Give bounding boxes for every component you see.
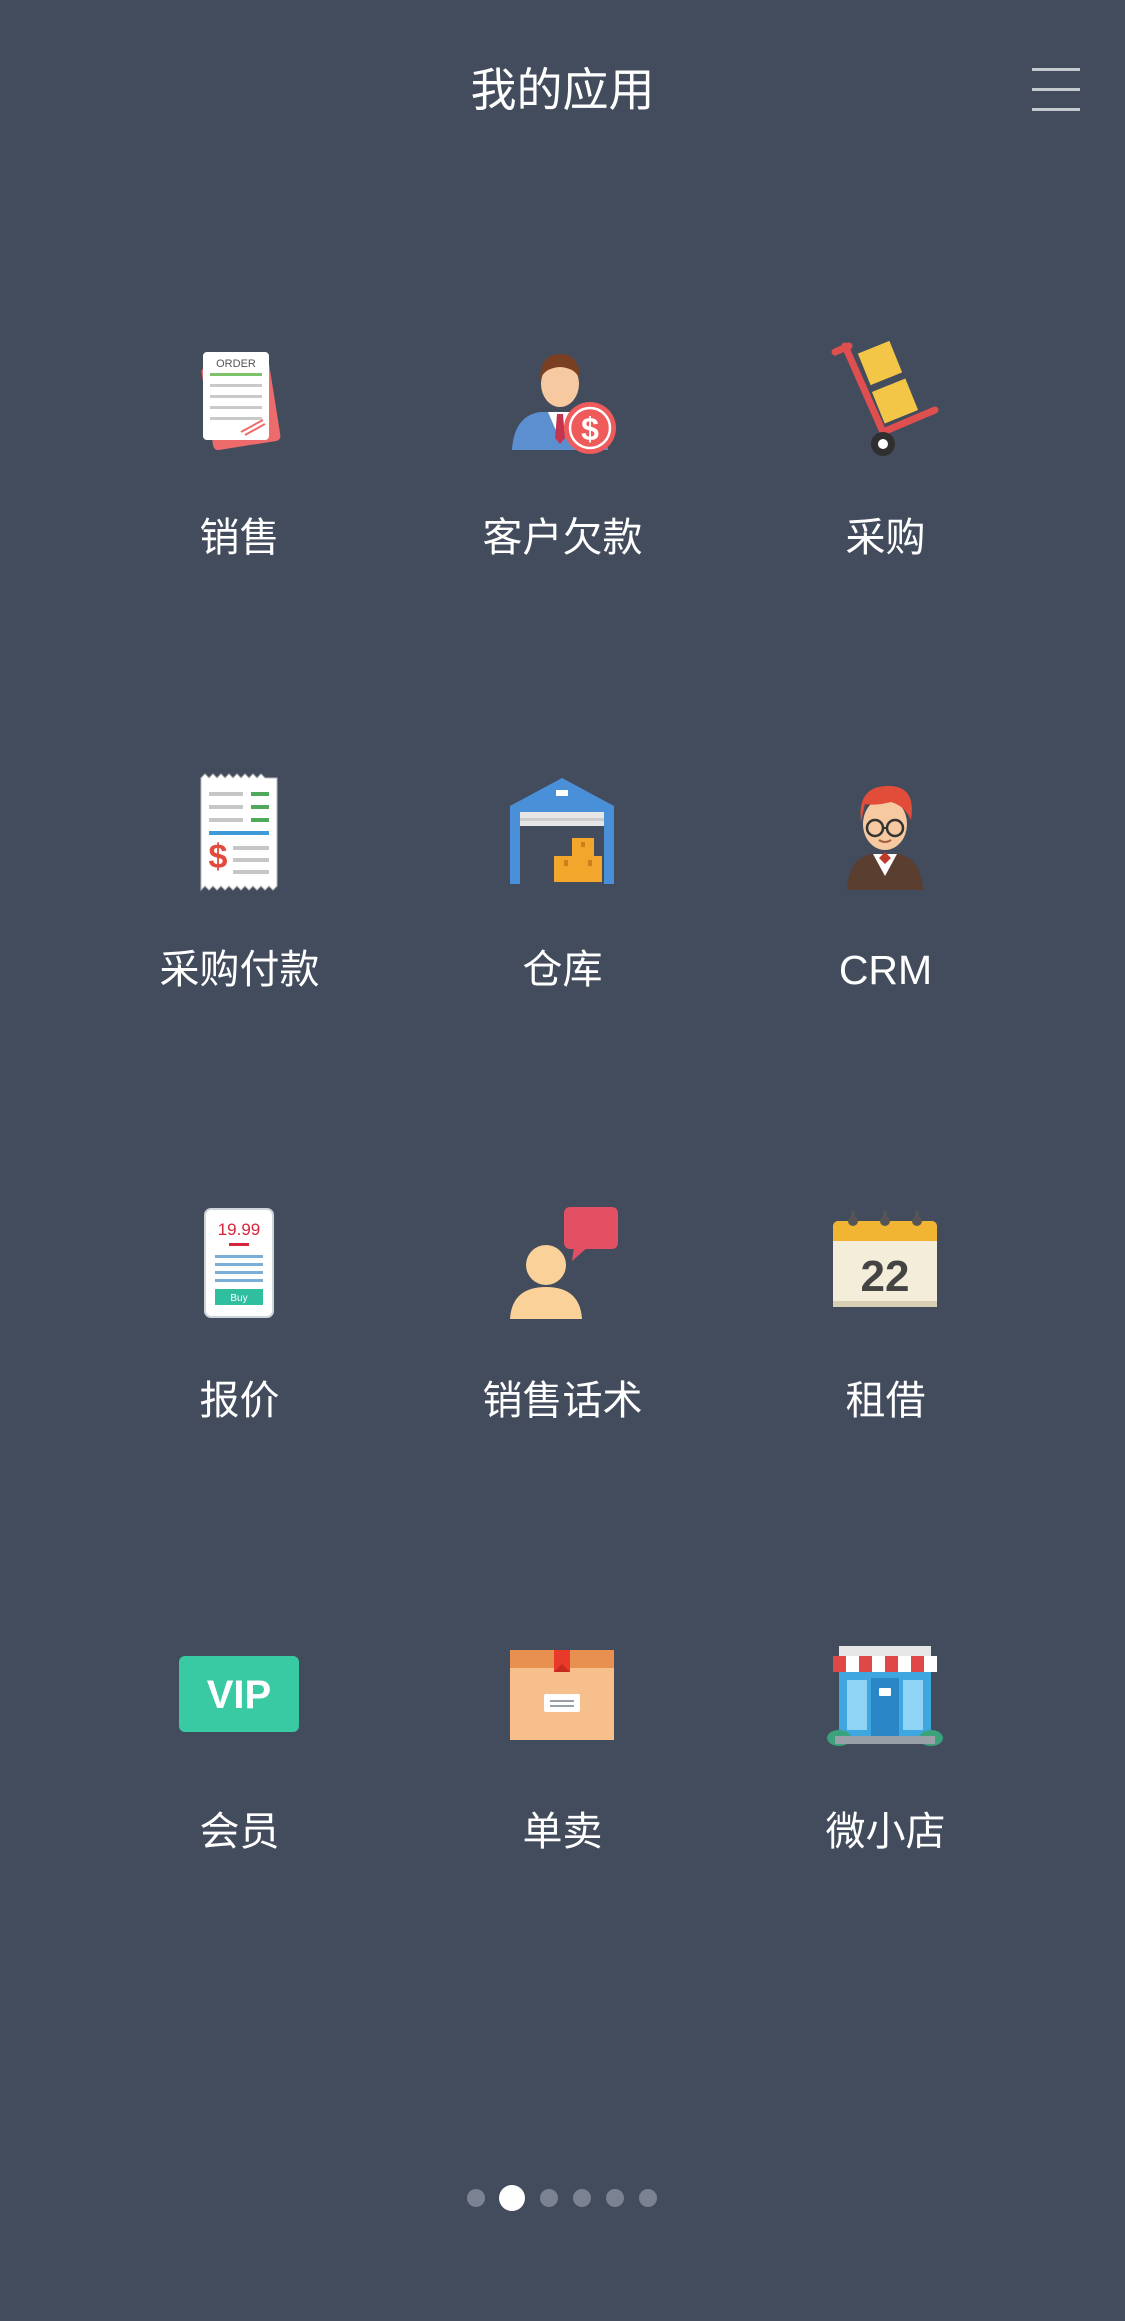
app-tile-sales-script[interactable]: 销售话术 bbox=[401, 1203, 724, 1463]
businessman-dollar-icon: $ bbox=[502, 340, 622, 460]
package-box-icon bbox=[502, 1634, 622, 1754]
app-tile-rental[interactable]: 22 租借 bbox=[724, 1203, 1047, 1463]
app-tile-quote[interactable]: 19.99 Buy 报价 bbox=[78, 1203, 401, 1463]
vip-text: VIP bbox=[207, 1673, 271, 1717]
app-label: 客户欠款 bbox=[482, 515, 643, 561]
calendar-day-text: 22 bbox=[861, 1252, 910, 1301]
app-label: 采购付款 bbox=[159, 947, 320, 993]
app-grid: ORDER 销售 $ 客户欠款 采购 $ 采购付款 仓库 CRM 19.99 B… bbox=[0, 0, 1125, 2000]
svg-text:ORDER: ORDER bbox=[216, 358, 256, 370]
app-label: 仓库 bbox=[522, 947, 603, 993]
app-tile-crm[interactable]: CRM bbox=[724, 772, 1047, 1032]
app-label: 报价 bbox=[199, 1378, 280, 1424]
buy-text: Buy bbox=[230, 1293, 247, 1304]
page-dot-2[interactable] bbox=[499, 2185, 525, 2211]
page-indicator bbox=[0, 2184, 1125, 2212]
app-tile-purchase[interactable]: 采购 bbox=[724, 340, 1047, 600]
app-label: 销售 bbox=[199, 515, 280, 561]
app-tile-member[interactable]: VIP 会员 bbox=[78, 1634, 401, 1894]
page-dot-3[interactable] bbox=[540, 2189, 558, 2207]
app-tile-single-sale[interactable]: 单卖 bbox=[401, 1634, 724, 1894]
hand-truck-boxes-icon bbox=[825, 340, 945, 460]
app-label: 采购 bbox=[845, 515, 926, 561]
svg-text:$: $ bbox=[581, 411, 599, 447]
storefront-icon bbox=[825, 1634, 945, 1754]
payment-receipt-icon: $ bbox=[179, 772, 299, 892]
app-tile-sales[interactable]: ORDER 销售 bbox=[78, 340, 401, 600]
order-document-icon: ORDER bbox=[179, 340, 299, 460]
app-label: 单卖 bbox=[522, 1809, 603, 1855]
app-label: CRM bbox=[838, 947, 933, 993]
page-dot-4[interactable] bbox=[573, 2189, 591, 2207]
page-dot-1[interactable] bbox=[467, 2189, 485, 2207]
page-dot-5[interactable] bbox=[606, 2189, 624, 2207]
app-label: 销售话术 bbox=[482, 1378, 643, 1424]
app-label: 微小店 bbox=[825, 1809, 946, 1855]
price-tag-receipt-icon: 19.99 Buy bbox=[179, 1203, 299, 1323]
app-tile-micro-shop[interactable]: 微小店 bbox=[724, 1634, 1047, 1894]
app-tile-purchase-payment[interactable]: $ 采购付款 bbox=[78, 772, 401, 1032]
person-speech-bubble-icon bbox=[502, 1203, 622, 1323]
app-tile-warehouse[interactable]: 仓库 bbox=[401, 772, 724, 1032]
warehouse-icon bbox=[502, 772, 622, 892]
page-dot-6[interactable] bbox=[639, 2189, 657, 2207]
red-hair-person-icon bbox=[825, 772, 945, 892]
price-text: 19.99 bbox=[218, 1220, 261, 1239]
app-tile-customer-debt[interactable]: $ 客户欠款 bbox=[401, 340, 724, 600]
app-label: 租借 bbox=[845, 1378, 926, 1424]
svg-text:$: $ bbox=[209, 838, 228, 876]
calendar-icon: 22 bbox=[825, 1203, 945, 1323]
app-label: 会员 bbox=[199, 1809, 280, 1855]
vip-badge-icon: VIP bbox=[179, 1634, 299, 1754]
